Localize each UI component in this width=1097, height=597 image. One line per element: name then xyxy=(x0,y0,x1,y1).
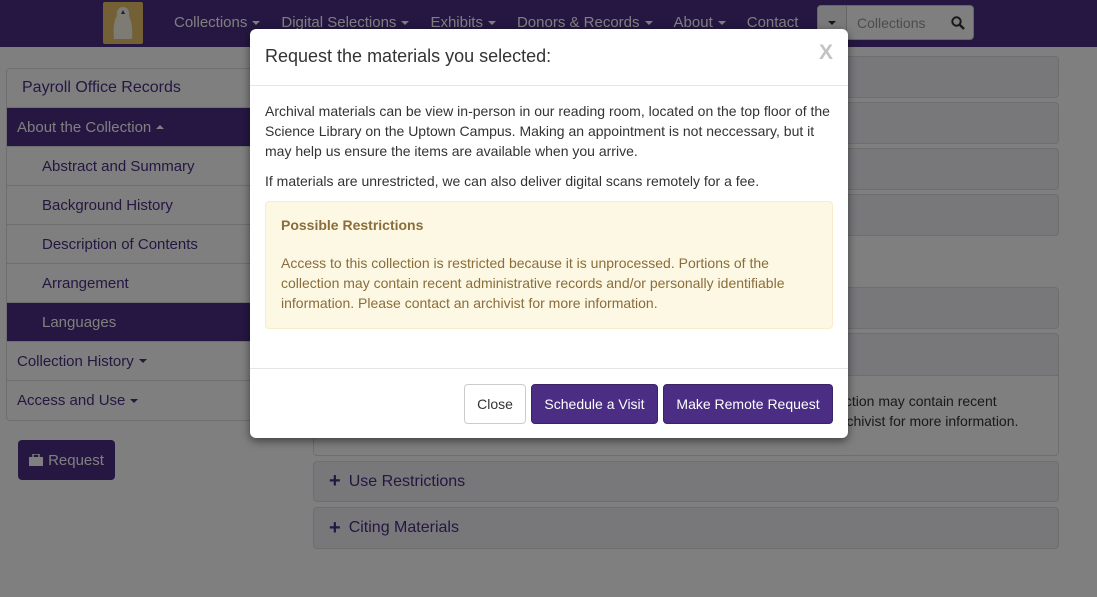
schedule-visit-button[interactable]: Schedule a Visit xyxy=(531,384,658,424)
modal-paragraph-1: Archival materials can be view in-person… xyxy=(265,103,830,159)
modal-paragraph-2: If materials are unrestricted, we can al… xyxy=(265,173,760,189)
alert-title: Possible Restrictions xyxy=(281,217,424,233)
close-icon[interactable]: X xyxy=(819,41,833,65)
modal-footer: Close Schedule a Visit Make Remote Reque… xyxy=(250,368,848,438)
modal-title: Request the materials you selected: xyxy=(265,46,552,66)
modal-header: Request the materials you selected: X xyxy=(250,29,848,86)
alert-text: Access to this collection is restricted … xyxy=(281,255,785,311)
remote-request-button[interactable]: Make Remote Request xyxy=(663,384,833,424)
modal-body: Archival materials can be view in-person… xyxy=(250,86,848,344)
request-modal: Request the materials you selected: X Ar… xyxy=(250,29,848,438)
restrictions-alert: Possible Restrictions Access to this col… xyxy=(265,201,833,329)
close-button[interactable]: Close xyxy=(464,384,526,424)
